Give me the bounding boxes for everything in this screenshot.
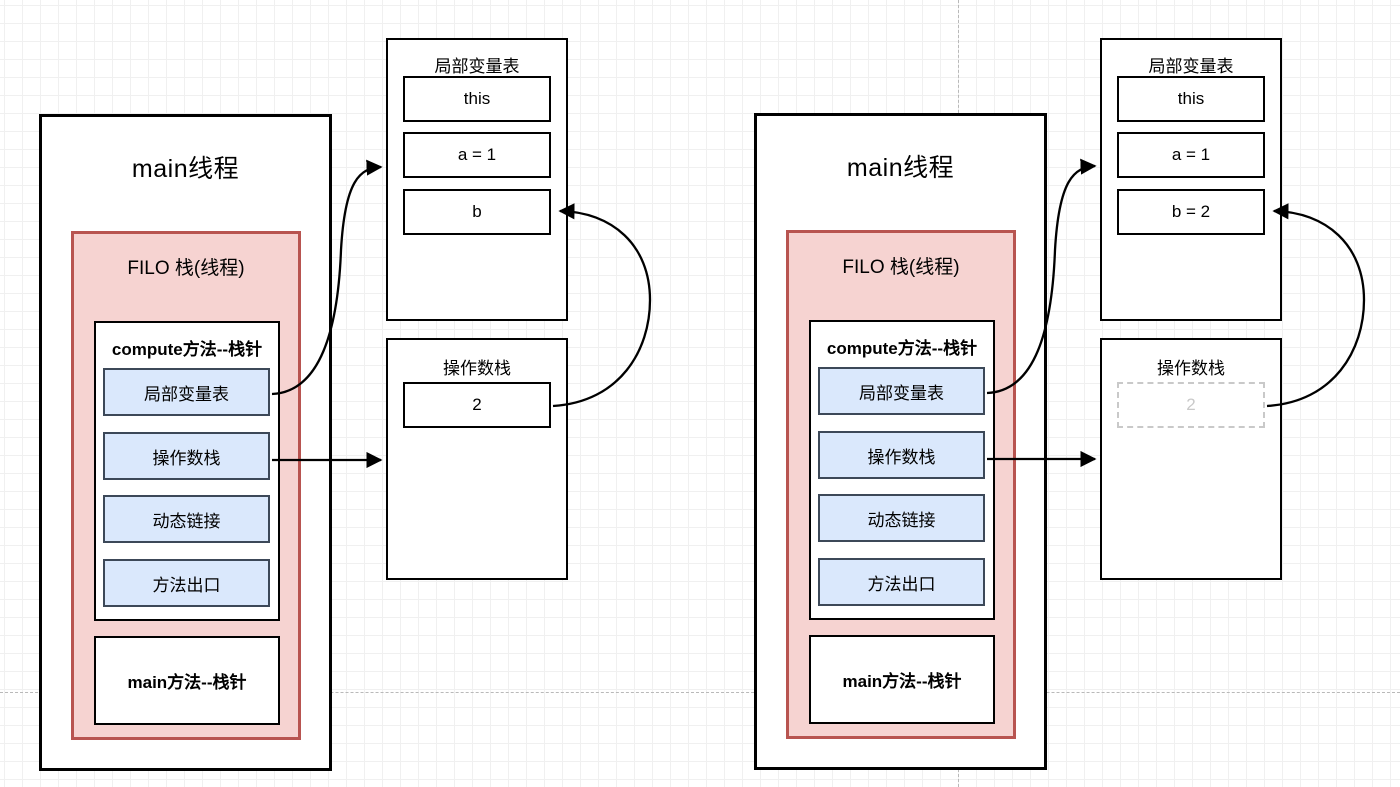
operand-stack-entry-right: 2 bbox=[1117, 382, 1265, 428]
operand-stack-title-left: 操作数栈 bbox=[443, 359, 511, 378]
local-var-entry-label: b bbox=[472, 202, 482, 221]
operand-stack-box-right: 操作数栈 bbox=[1100, 338, 1282, 580]
local-variable-table-title-left: 局部变量表 bbox=[434, 57, 520, 76]
stack-frame-main-left: main方法--栈针 bbox=[94, 636, 280, 725]
operand-stack-box-left: 操作数栈 bbox=[386, 338, 568, 580]
stack-frame-main-right: main方法--栈针 bbox=[809, 635, 995, 724]
local-var-entry-label: a = 1 bbox=[457, 145, 497, 164]
frame-slot-label: 局部变量表 bbox=[859, 383, 944, 403]
frame-slot-dynamic-link-right: 动态链接 bbox=[818, 494, 985, 542]
thread-title-right: main线程 bbox=[846, 154, 955, 182]
frame-slot-method-exit-left: 方法出口 bbox=[103, 559, 270, 607]
frame-slot-label: 动态链接 bbox=[867, 510, 936, 530]
frame-slot-dynamic-link-left: 动态链接 bbox=[103, 495, 270, 543]
local-var-entry-label: this bbox=[463, 89, 491, 108]
local-var-entry-b-left: b bbox=[403, 189, 551, 235]
thread-title-left: main线程 bbox=[131, 155, 240, 183]
operand-stack-entry-label: 2 bbox=[472, 395, 482, 414]
frame-slot-operand-stack-left: 操作数栈 bbox=[103, 432, 270, 480]
local-var-entry-b-right: b = 2 bbox=[1117, 189, 1265, 235]
frame-slot-label: 操作数栈 bbox=[152, 448, 221, 468]
operand-stack-entry-left: 2 bbox=[403, 382, 551, 428]
frame-slot-operand-stack-right: 操作数栈 bbox=[818, 431, 985, 479]
local-var-entry-a-left: a = 1 bbox=[403, 132, 551, 178]
diagram-canvas: main线程 FILO 栈(线程) compute方法--栈针 局部变量表 操作… bbox=[0, 0, 1400, 787]
operand-stack-title-right: 操作数栈 bbox=[1157, 359, 1225, 378]
frame-slot-label: 操作数栈 bbox=[867, 447, 936, 467]
stack-frame-compute-title-left: compute方法--栈针 bbox=[111, 340, 263, 359]
local-var-entry-label: this bbox=[1177, 89, 1205, 108]
frame-slot-label: 方法出口 bbox=[152, 575, 221, 595]
frame-slot-label: 方法出口 bbox=[867, 574, 936, 594]
local-var-entry-label: b = 2 bbox=[1171, 202, 1211, 221]
filo-title-right: FILO 栈(线程) bbox=[842, 257, 960, 278]
operand-stack-entry-label: 2 bbox=[1186, 395, 1196, 414]
local-variable-table-title-right: 局部变量表 bbox=[1148, 57, 1234, 76]
local-var-entry-this-left: this bbox=[403, 76, 551, 122]
frame-slot-label: 局部变量表 bbox=[144, 384, 229, 404]
frame-slot-local-var-table-right: 局部变量表 bbox=[818, 367, 985, 415]
stack-frame-main-title-right: main方法--栈针 bbox=[842, 672, 962, 691]
filo-title-left: FILO 栈(线程) bbox=[127, 258, 245, 279]
frame-slot-method-exit-right: 方法出口 bbox=[818, 558, 985, 606]
frame-slot-local-var-table-left: 局部变量表 bbox=[103, 368, 270, 416]
local-var-entry-a-right: a = 1 bbox=[1117, 132, 1265, 178]
local-var-entry-label: a = 1 bbox=[1171, 145, 1211, 164]
stack-frame-compute-title-right: compute方法--栈针 bbox=[826, 339, 978, 358]
local-var-entry-this-right: this bbox=[1117, 76, 1265, 122]
frame-slot-label: 动态链接 bbox=[152, 511, 221, 531]
stack-frame-main-title-left: main方法--栈针 bbox=[127, 673, 247, 692]
